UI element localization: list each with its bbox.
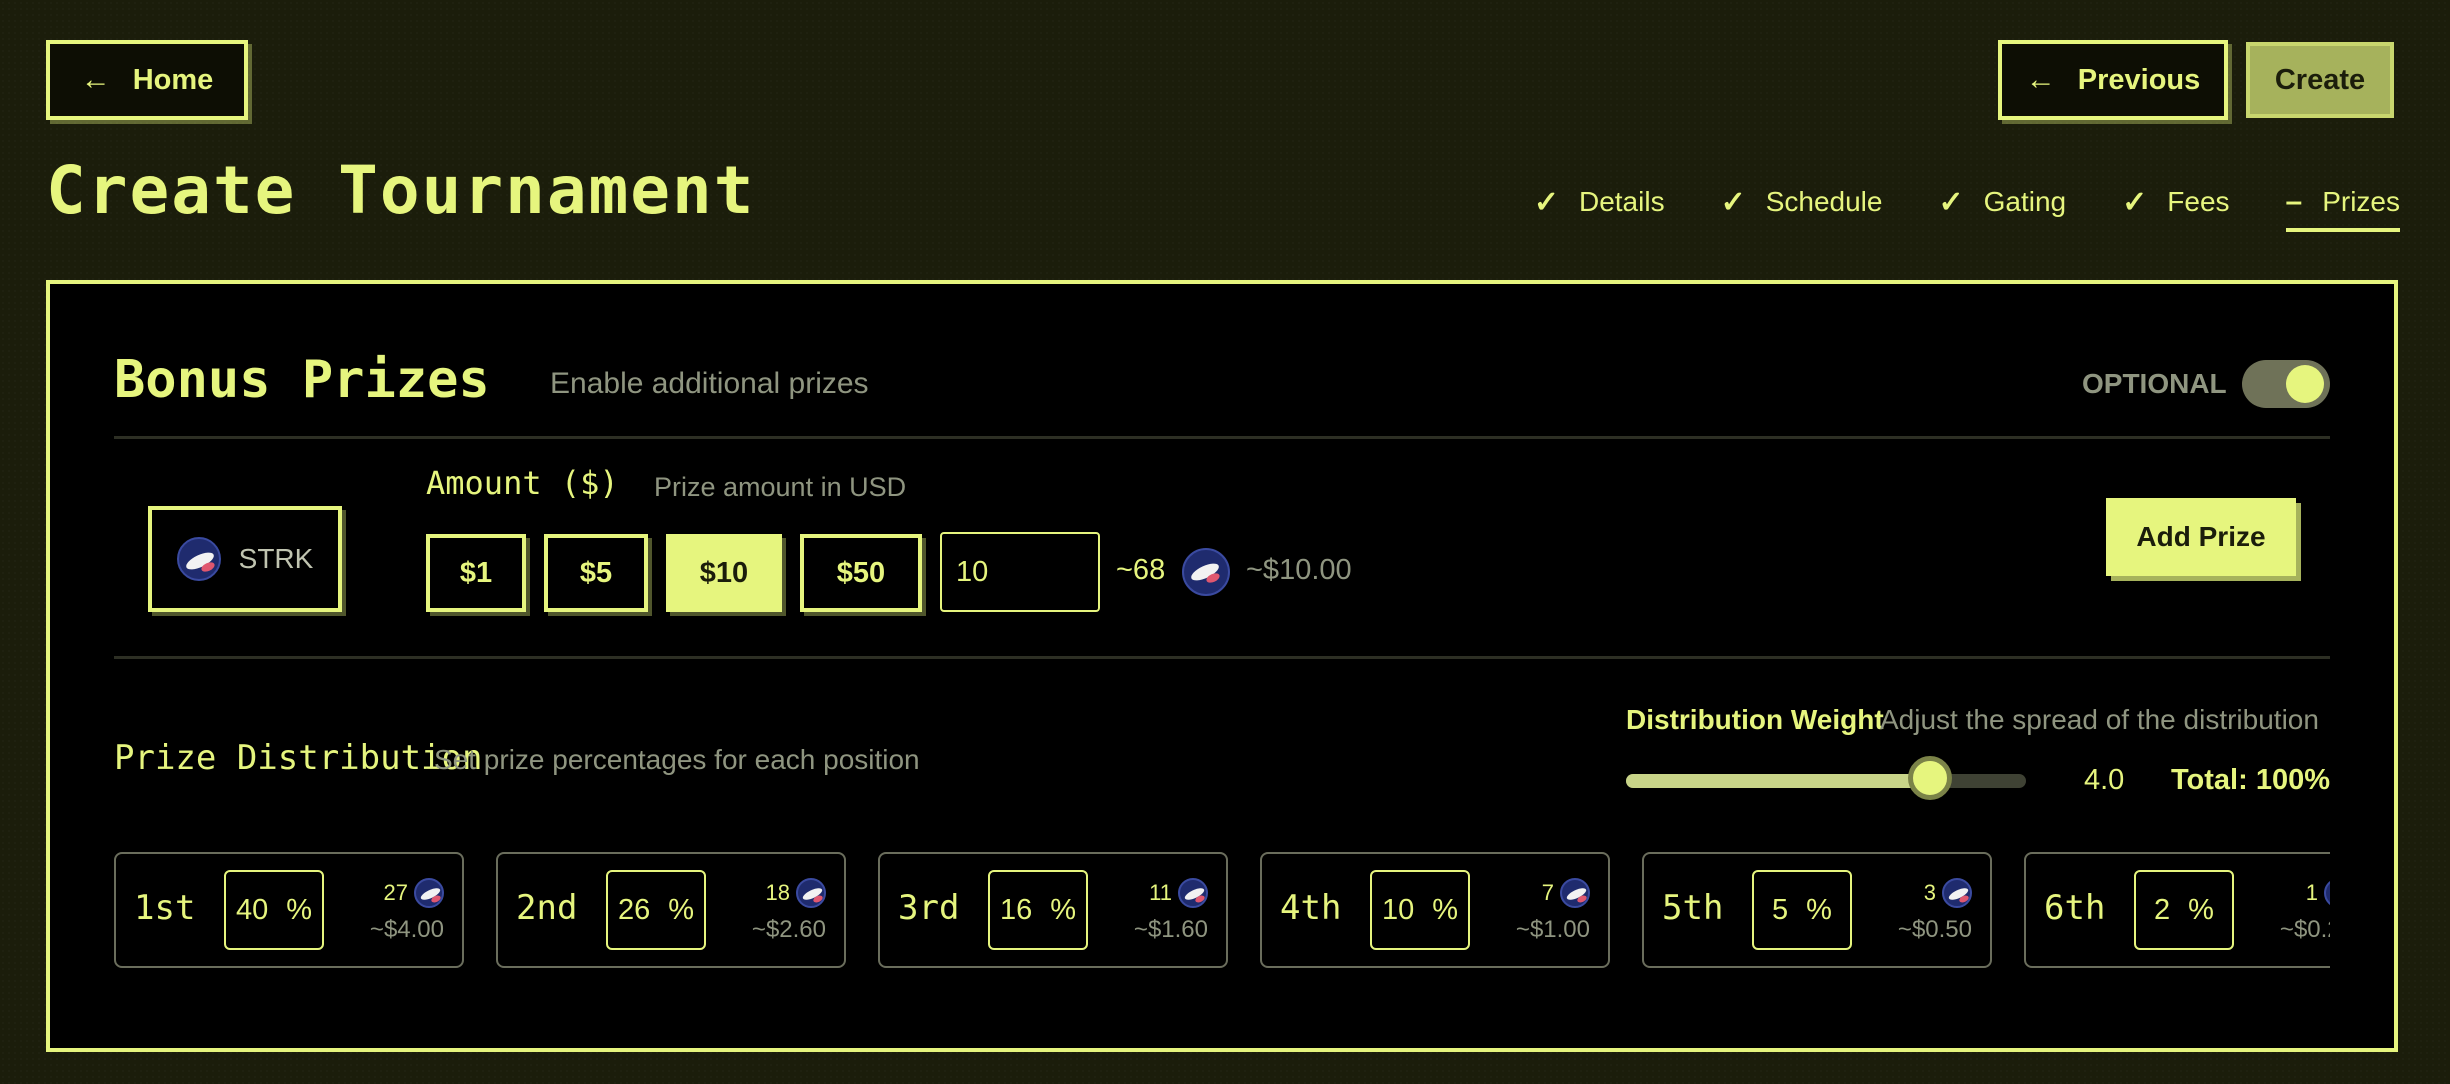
position-card-2nd: 2nd 26% 18 ~$2.60 (496, 852, 846, 968)
position-label: 4th (1280, 888, 1342, 928)
percentage-input[interactable]: 5% (1752, 870, 1852, 950)
position-usd: ~$0.20 (2279, 916, 2330, 943)
token-count: 18 (765, 880, 790, 905)
position-token-amount: 7 (1542, 878, 1590, 908)
token-count: 11 (1149, 880, 1172, 905)
position-card-5th: 5th 5% 3 ~$0.50 (1642, 852, 1992, 968)
position-token-amount: 11 (1149, 878, 1208, 908)
position-label: 3rd (898, 888, 960, 928)
position-token-amount: 18 (766, 878, 826, 908)
arrow-left-icon: ← (80, 63, 111, 96)
token-count: 1 (2305, 880, 2318, 905)
position-usd: ~$1.60 (1133, 916, 1208, 943)
token-count: 3 (1923, 880, 1936, 905)
percent-symbol: % (1050, 893, 1077, 926)
percent-symbol: % (2188, 893, 2214, 926)
percent-symbol: % (668, 893, 695, 926)
percent-symbol: % (1432, 893, 1459, 926)
position-label: 1st (134, 888, 196, 928)
position-card-3rd: 3rd 16% 11 ~$1.60 (878, 852, 1228, 968)
percentage-value: 26 (617, 893, 651, 926)
percentage-value: 2 (2154, 893, 2171, 926)
step-label: Prizes (2322, 186, 2400, 217)
percentage-input[interactable]: 16% (988, 870, 1088, 950)
percentage-value: 16 (999, 893, 1033, 926)
percentage-input[interactable]: 2% (2134, 870, 2234, 950)
position-usd: ~$4.00 (369, 916, 444, 943)
strk-token-icon (796, 878, 826, 908)
position-usd: ~$1.00 (1515, 916, 1590, 943)
percentage-value: 40 (235, 893, 269, 926)
position-card-6th: 6th 2% 1 ~$0.20 (2024, 852, 2330, 968)
strk-token-icon (2324, 878, 2330, 908)
position-label: 6th (2044, 888, 2106, 928)
position-token-amount: 27 (384, 878, 444, 908)
percentage-input[interactable]: 26% (606, 870, 706, 950)
percent-symbol: % (1806, 893, 1832, 926)
strk-token-icon (1178, 878, 1208, 908)
strk-token-icon (1560, 878, 1590, 908)
position-token-amount: 3 (1924, 878, 1972, 908)
position-cards: 1st 40% 27 ~$4.00 2nd 26% 18 ~$2.60 3rd … (114, 0, 2330, 1084)
position-label: 5th (1662, 888, 1724, 928)
percentage-value: 10 (1381, 893, 1415, 926)
token-count: 7 (1541, 880, 1554, 905)
position-token-amount: 1 (2306, 878, 2330, 908)
strk-token-icon (1942, 878, 1972, 908)
percentage-input[interactable]: 10% (1370, 870, 1470, 950)
position-label: 2nd (516, 888, 578, 928)
percentage-value: 5 (1772, 893, 1789, 926)
position-card-1st: 1st 40% 27 ~$4.00 (114, 852, 464, 968)
percent-symbol: % (286, 893, 313, 926)
position-card-4th: 4th 10% 7 ~$1.00 (1260, 852, 1610, 968)
position-usd: ~$0.50 (1897, 916, 1972, 943)
percentage-input[interactable]: 40% (224, 870, 324, 950)
token-count: 27 (383, 880, 408, 905)
position-usd: ~$2.60 (751, 916, 826, 943)
strk-token-icon (414, 878, 444, 908)
